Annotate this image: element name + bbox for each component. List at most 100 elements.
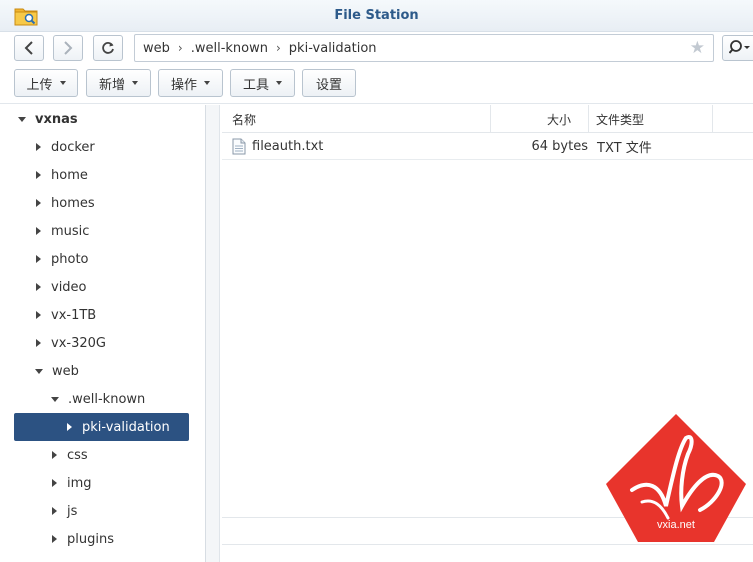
tree-item-well-known[interactable]: .well-known: [51, 385, 145, 413]
tree-item-label: docker: [51, 139, 95, 155]
action-button[interactable]: 操作: [158, 69, 223, 97]
create-label: 新增: [98, 77, 125, 93]
upload-button[interactable]: 上传: [14, 69, 78, 97]
search-icon: [729, 40, 750, 54]
tree-item-web[interactable]: web: [35, 357, 79, 385]
collapsed-triangle-icon[interactable]: [52, 479, 57, 487]
settings-label: 设置: [315, 77, 342, 93]
column-name-label: 名称: [232, 112, 257, 127]
collapsed-triangle-icon[interactable]: [36, 199, 41, 207]
action-label: 操作: [170, 77, 197, 93]
caret-down-icon: [204, 81, 210, 85]
navigation-bar: web › .well-known › pki-validation ★: [0, 32, 753, 64]
tree-item-label: .well-known: [68, 391, 146, 407]
chevron-left-icon: [24, 41, 33, 55]
tree-root-vxnas[interactable]: vxnas: [18, 105, 78, 133]
forward-button[interactable]: [53, 35, 83, 61]
collapsed-triangle-icon[interactable]: [52, 535, 57, 543]
tree-item-label: pki-validation: [82, 419, 170, 435]
file-type: TXT 文件: [597, 141, 652, 156]
tree-item-home[interactable]: home: [36, 161, 88, 189]
column-size-label: 大小: [546, 112, 571, 127]
collapsed-triangle-icon[interactable]: [36, 311, 41, 319]
expanded-triangle-icon[interactable]: [51, 396, 59, 402]
title-bar: File Station: [0, 0, 753, 32]
tree-item-label: vx-320G: [51, 335, 106, 351]
file-type-cell: TXT 文件: [597, 133, 717, 160]
breadcrumb-web[interactable]: web: [143, 41, 170, 56]
back-button[interactable]: [14, 35, 44, 61]
tree-item-label: web: [52, 363, 79, 379]
tree-item-label: photo: [51, 251, 89, 267]
tree-item-label: homes: [51, 195, 95, 211]
tree-item-label: music: [51, 223, 90, 239]
file-size: 64 bytes: [531, 139, 589, 154]
column-header-type[interactable]: 文件类型: [589, 105, 713, 133]
collapsed-triangle-icon[interactable]: [36, 283, 41, 291]
favorite-star-icon[interactable]: ★: [690, 38, 705, 58]
tree-item-music[interactable]: music: [36, 217, 89, 245]
collapsed-triangle-icon[interactable]: [36, 143, 41, 151]
tree-item-homes[interactable]: homes: [36, 189, 95, 217]
tree-item-docker[interactable]: docker: [36, 133, 95, 161]
tree-item-js[interactable]: js: [52, 497, 77, 525]
tree-item-vx-320g[interactable]: vx-320G: [36, 329, 106, 357]
collapsed-triangle-icon[interactable]: [36, 171, 41, 179]
collapsed-triangle-icon[interactable]: [36, 339, 41, 347]
tree-item-css[interactable]: css: [52, 441, 88, 469]
caret-down-icon: [276, 81, 282, 85]
path-bar[interactable]: web › .well-known › pki-validation ★: [134, 34, 714, 62]
column-header-name[interactable]: 名称: [222, 105, 491, 133]
vxia-watermark-logo: vxia.net: [606, 414, 746, 542]
window-title: File Station: [334, 8, 419, 23]
tree-item-label: img: [67, 475, 92, 491]
collapsed-triangle-icon[interactable]: [36, 255, 41, 263]
file-name-cell: fileauth.txt: [232, 133, 491, 160]
collapsed-triangle-icon[interactable]: [67, 423, 72, 431]
breadcrumb-separator-icon: ›: [275, 41, 281, 55]
file-name: fileauth.txt: [252, 139, 324, 154]
refresh-icon: [102, 42, 114, 54]
sidebar-splitter[interactable]: [206, 105, 220, 562]
tree-item-plugins[interactable]: plugins: [52, 525, 114, 553]
breadcrumb-separator-icon: ›: [177, 41, 183, 55]
table-row[interactable]: fileauth.txt 64 bytes TXT 文件: [222, 133, 753, 160]
upload-label: 上传: [26, 77, 53, 93]
breadcrumb-well-known[interactable]: .well-known: [191, 41, 268, 56]
breadcrumb-pki-validation[interactable]: pki-validation: [289, 41, 377, 56]
search-button[interactable]: [722, 35, 753, 61]
collapsed-triangle-icon[interactable]: [36, 227, 41, 235]
chevron-right-icon: [64, 41, 73, 55]
tree-item-label: vxnas: [35, 111, 78, 127]
create-button[interactable]: 新增: [86, 69, 151, 97]
column-type-label: 文件类型: [596, 112, 645, 127]
tree-item-label: video: [51, 279, 87, 295]
refresh-button[interactable]: [93, 35, 123, 61]
tree-item-label: js: [67, 503, 78, 519]
column-header-size[interactable]: 大小: [491, 105, 589, 133]
expanded-triangle-icon[interactable]: [18, 116, 26, 122]
tree-item-label: vx-1TB: [51, 307, 97, 323]
folder-tree: vxnas docker home homes music photo vide…: [0, 105, 206, 562]
watermark-text: vxia.net: [657, 519, 695, 531]
text-file-icon: [232, 138, 246, 155]
tree-item-pki-validation[interactable]: pki-validation: [14, 413, 189, 441]
tree-item-photo[interactable]: photo: [36, 245, 89, 273]
toolbar: 上传 新增 操作 工具 设置: [0, 64, 753, 104]
file-size-cell: 64 bytes: [491, 133, 589, 160]
tools-label: 工具: [242, 77, 269, 93]
caret-down-icon: [132, 81, 138, 85]
tools-button[interactable]: 工具: [230, 69, 295, 97]
tree-item-vx-1tb[interactable]: vx-1TB: [36, 301, 96, 329]
collapsed-triangle-icon[interactable]: [52, 451, 57, 459]
tree-item-video[interactable]: video: [36, 273, 87, 301]
expanded-triangle-icon[interactable]: [35, 368, 43, 374]
collapsed-triangle-icon[interactable]: [52, 507, 57, 515]
tree-item-img[interactable]: img: [52, 469, 92, 497]
tree-item-label: css: [67, 447, 88, 463]
tree-item-label: plugins: [67, 531, 114, 547]
settings-button[interactable]: 设置: [302, 69, 356, 97]
column-header-row: 名称 大小 文件类型: [222, 105, 753, 133]
caret-down-icon: [59, 81, 66, 85]
tree-item-label: home: [51, 167, 88, 183]
